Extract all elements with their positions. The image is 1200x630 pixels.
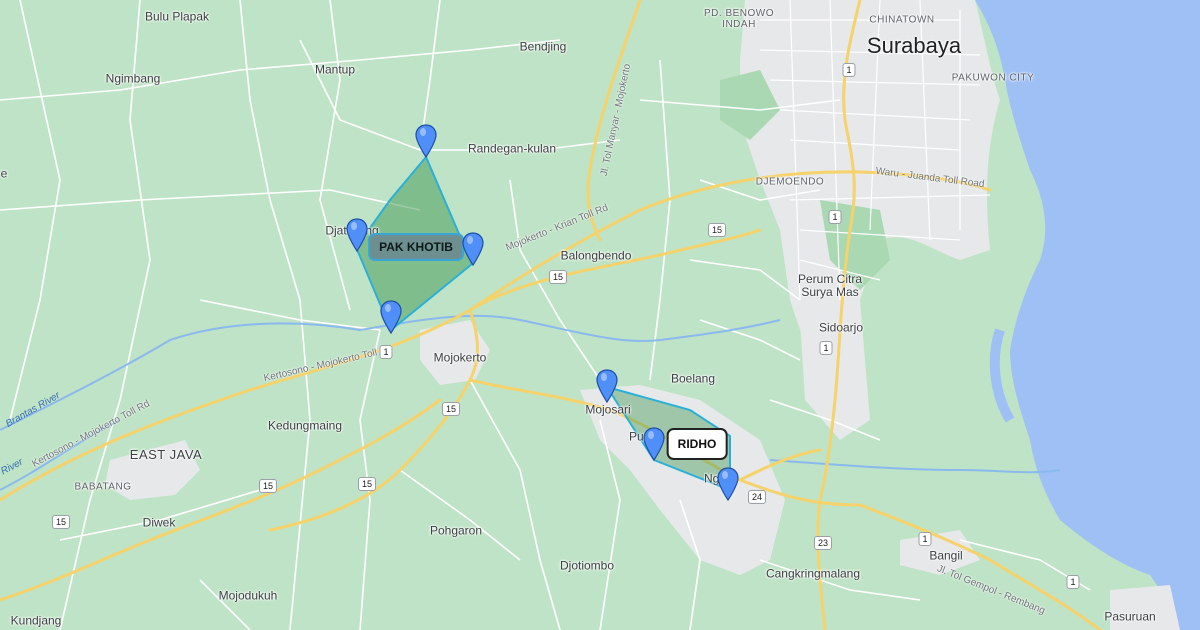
place-east-java: EAST JAVA	[129, 446, 203, 462]
route-shield: 1	[379, 345, 393, 359]
place-kundjang: Kundjang	[10, 613, 62, 628]
place-bendjing: Bendjing	[519, 39, 567, 54]
place-diwek: Diwek	[142, 515, 176, 530]
place-djotiombo: Djotiombo	[559, 558, 615, 573]
route-shield: 1	[1066, 575, 1080, 589]
place-surabaya: Surabaya	[866, 32, 962, 58]
route-shield: 15	[707, 223, 727, 237]
place-djemoendo: DJEMOENDO	[755, 176, 825, 188]
route-shield: 1	[828, 210, 842, 224]
place-pakuwon-city: PAKUWON CITY	[951, 72, 1035, 84]
place-babatang: BABATANG	[74, 481, 132, 493]
map-pin-icon[interactable]	[596, 369, 618, 403]
route-shield: 15	[548, 270, 568, 284]
route-shield: 15	[441, 402, 461, 416]
place-kedungmaing: Kedungmaing	[267, 418, 343, 433]
place-bulu-plapak: Bulu Plapak	[144, 9, 210, 24]
map-pin-icon[interactable]	[346, 218, 368, 252]
route-shield: 24	[747, 490, 767, 504]
route-shield: 23	[813, 536, 833, 550]
polygon-label-ridho[interactable]: RIDHO	[666, 428, 728, 460]
place-boelang: Boelang	[670, 371, 716, 386]
place-pohgaron: Pohgaron	[429, 523, 483, 538]
route-shield: 1	[819, 341, 833, 355]
place-sidoarjo: Sidoarjo	[818, 320, 864, 335]
map-pin-icon[interactable]	[643, 427, 665, 461]
polygon-label-pak-khotib[interactable]: PAK KHOTIB	[368, 233, 464, 261]
place-mojodukuh: Mojodukuh	[218, 588, 278, 603]
place-mojokerto: Mojokerto	[433, 350, 487, 365]
place-pasuruan: Pasuruan	[1104, 609, 1156, 624]
place-randegan-kulan: Randegan-kulan	[467, 141, 557, 156]
map-pin-icon[interactable]	[380, 300, 402, 334]
route-shield: 1	[842, 63, 856, 77]
map-canvas[interactable]: Bulu Plapak Bendjing Mantup Ngimbang e R…	[0, 0, 1200, 630]
map-pin-icon[interactable]	[462, 232, 484, 266]
place-perum-citra: Perum Citra Surya Mas	[797, 271, 863, 299]
place-ngimbang: Ngimbang	[105, 71, 161, 86]
route-shield: 1	[918, 532, 932, 546]
route-shield: 15	[258, 479, 278, 493]
place-pd-benowo: PD. BENOWO INDAH	[703, 8, 775, 30]
map-pin-icon[interactable]	[415, 124, 437, 158]
route-shield: 15	[51, 515, 71, 529]
map-pin-icon[interactable]	[717, 467, 739, 501]
place-cangkringmalang: Cangkringmalang	[765, 566, 861, 581]
route-shield: 15	[357, 477, 377, 491]
place-chinatown: CHINATOWN	[869, 14, 935, 26]
place-edge-e: e	[0, 166, 8, 181]
place-mantup: Mantup	[314, 62, 356, 77]
place-mojosari: Mojosari	[585, 402, 631, 417]
place-balongbendo: Balongbendo	[560, 248, 632, 263]
polygons-layer	[354, 155, 731, 492]
place-bangil: Bangil	[929, 548, 963, 563]
